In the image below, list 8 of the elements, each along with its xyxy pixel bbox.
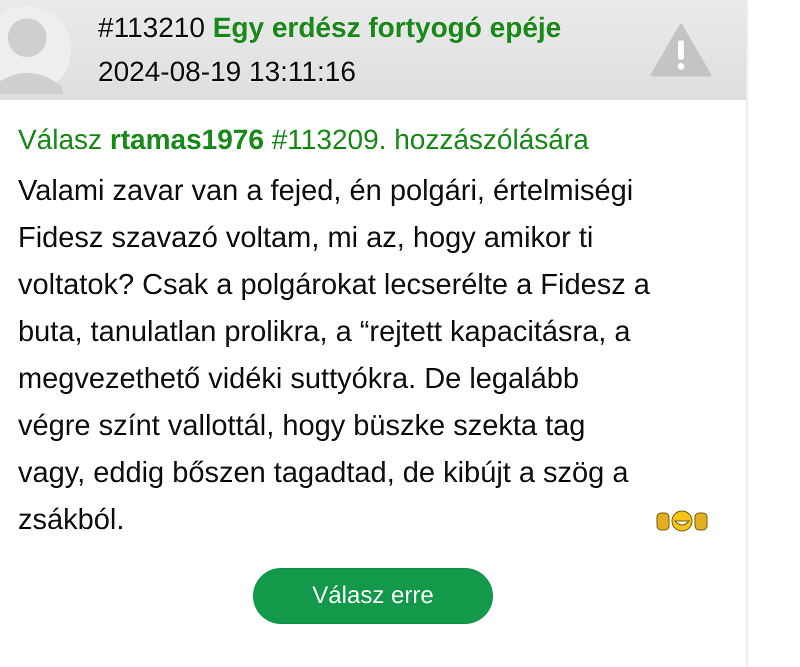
author-name[interactable]: Egy erdész fortyogó epéje [212,12,562,43]
reply-to-link[interactable]: Válasz rtamas1976 #113209. hozzászólására [18,124,746,156]
timestamp: 2024-08-19 13:11:16 [98,55,357,89]
post-number: #113210 [98,12,205,43]
reply-button[interactable]: Válasz erre [253,568,493,624]
warning-icon[interactable] [650,23,712,77]
comment-text: Valami zavar van a fejed, én polgári, értelmiségi Fidesz szavazó voltam, mi az, hogy amikor ti voltatok? Csak a polgárokat lecserélte a Fidesz a buta, tanulatlan prolikra, a “rejtett kapacitásra, a megvezethető vidéki suttyókra. De legalább végre színt vallottál, hogy büszke szekta tag vagy, eddig bőszen tagadtad, de kibújt a szög a zsákból. [18,174,650,538]
thumbs-up-laughing-emoji-icon [656,508,708,532]
